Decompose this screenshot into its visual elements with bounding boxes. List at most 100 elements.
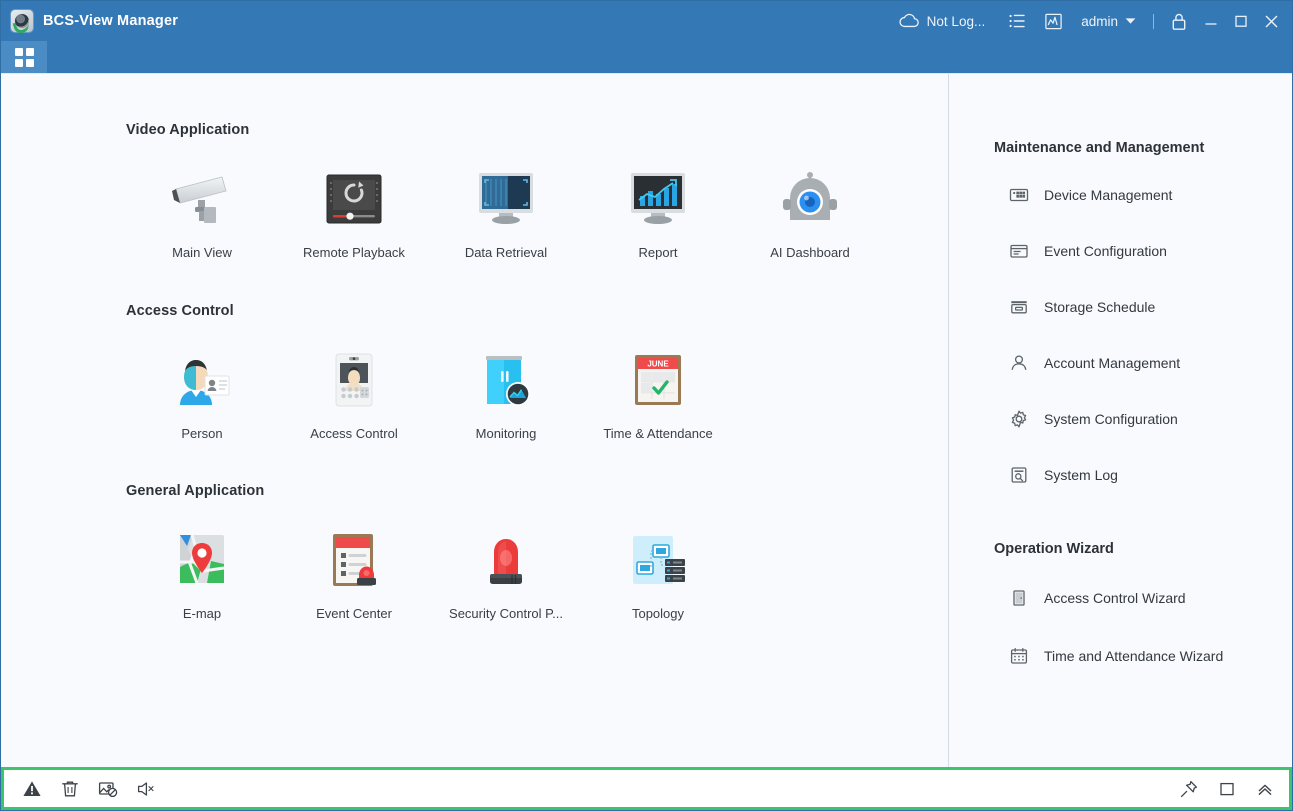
application-tiles-pane: Video Application Main View Remote Playb… — [1, 74, 948, 767]
tile-label: Event Center — [316, 606, 392, 621]
sidebar-item-label: System Configuration — [1044, 411, 1178, 427]
group-title: Maintenance and Management — [994, 140, 1205, 156]
sidebar-item-time-attendance-wizard[interactable]: Time and Attendance Wizard — [949, 643, 1292, 669]
title-bar-divider — [1153, 13, 1154, 29]
tile-label: Person — [181, 426, 223, 441]
clipboard-alarm-icon — [318, 527, 390, 593]
cloud-status-label: Not Log... — [926, 13, 986, 29]
door-wizard-icon — [1009, 588, 1029, 608]
sidebar-item-label: Access Control Wizard — [1044, 590, 1186, 606]
tile-row: E-map Event Center Security Control P...… — [126, 527, 948, 621]
sidebar-item-system-log[interactable]: System Log — [949, 462, 1292, 488]
playback-screen-icon — [318, 166, 390, 232]
tile-label: Main View — [172, 245, 232, 260]
monitor-search-icon — [470, 166, 542, 232]
sidebar-item-system-configuration[interactable]: System Configuration — [949, 406, 1292, 432]
image-off-icon[interactable] — [98, 779, 118, 799]
tile-label: AI Dashboard — [770, 245, 850, 260]
tile-main-view[interactable]: Main View — [126, 166, 278, 260]
tile-time-attendance[interactable]: JUNE Time & Attendance — [582, 347, 734, 441]
cloud-icon — [899, 13, 920, 29]
group-operation-wizard: Operation Wizard Access Control Wizard T… — [949, 488, 1292, 669]
close-button[interactable] — [1256, 1, 1286, 41]
tile-e-map[interactable]: E-map — [126, 527, 278, 621]
chart-box-icon — [1044, 12, 1063, 31]
map-pin-icon — [166, 527, 238, 593]
storage-icon — [1009, 297, 1029, 317]
user-name-label: admin — [1081, 13, 1118, 29]
calendar-check-icon: JUNE — [622, 347, 694, 413]
chart-button[interactable] — [1035, 1, 1072, 41]
title-bar-actions: Not Log... admin — [890, 1, 1292, 41]
user-account-icon — [1009, 353, 1029, 373]
maximize-panel-icon[interactable] — [1217, 779, 1237, 799]
group-maintenance-management: Maintenance and Management Device Manage… — [949, 74, 1292, 488]
robot-head-icon — [774, 166, 846, 232]
collapse-up-icon[interactable] — [1255, 779, 1275, 799]
tile-security-control-panel[interactable]: Security Control P... — [430, 527, 582, 621]
lock-icon — [1171, 12, 1187, 31]
log-search-icon — [1009, 465, 1029, 485]
sidebar-item-event-configuration[interactable]: Event Configuration — [949, 238, 1292, 264]
sidebar-item-storage-schedule[interactable]: Storage Schedule — [949, 294, 1292, 320]
alarm-siren-icon — [470, 527, 542, 593]
chevron-down-icon — [1125, 17, 1136, 25]
device-icon — [1009, 185, 1029, 205]
sidebar-item-label: Account Management — [1044, 355, 1181, 371]
tile-report[interactable]: Report — [582, 166, 734, 260]
minimize-button[interactable] — [1196, 1, 1226, 41]
tab-home[interactable] — [1, 41, 47, 73]
section-title: Video Application — [126, 122, 250, 138]
tile-row: Person Access Control Monitoring JUNE Ti… — [126, 347, 948, 441]
person-id-card-icon — [166, 347, 238, 413]
mute-speaker-icon[interactable] — [136, 779, 156, 799]
section-general-application: General Application E-map Event Center S… — [1, 441, 948, 621]
network-topology-icon — [622, 527, 694, 593]
status-bar-right-tools — [1179, 779, 1275, 799]
tile-remote-playback[interactable]: Remote Playback — [278, 166, 430, 260]
sidebar-item-label: System Log — [1044, 467, 1118, 483]
tile-access-control[interactable]: Access Control — [278, 347, 430, 441]
right-side-pane: Maintenance and Management Device Manage… — [948, 74, 1292, 767]
bulleted-list-icon — [1008, 12, 1026, 30]
sidebar-item-device-management[interactable]: Device Management — [949, 182, 1292, 208]
svg-text:JUNE: JUNE — [647, 360, 669, 369]
door-monitoring-icon — [470, 347, 542, 413]
maximize-button[interactable] — [1226, 1, 1256, 41]
window-title: BCS-View Manager — [43, 13, 179, 29]
alarm-warning-icon[interactable] — [22, 779, 42, 799]
trash-icon[interactable] — [60, 779, 80, 799]
application-window: BCS-View Manager Not Log... admin Video … — [0, 0, 1293, 811]
main-body: Video Application Main View Remote Playb… — [1, 73, 1292, 767]
tile-row: Main View Remote Playback Data Retrieval… — [126, 166, 948, 260]
tile-label: Time & Attendance — [603, 426, 713, 441]
tile-monitoring[interactable]: Monitoring — [430, 347, 582, 441]
sidebar-item-access-control-wizard[interactable]: Access Control Wizard — [949, 585, 1292, 611]
group-title: Operation Wizard — [994, 541, 1114, 557]
sidebar-item-label: Storage Schedule — [1044, 299, 1156, 315]
tile-topology[interactable]: Topology — [582, 527, 734, 621]
tile-label: Security Control P... — [449, 606, 563, 621]
list-button[interactable] — [999, 1, 1035, 41]
status-bar-left-tools — [22, 779, 156, 799]
monitor-chart-icon — [622, 166, 694, 232]
event-config-icon — [1009, 241, 1029, 261]
tile-person[interactable]: Person — [126, 347, 278, 441]
calendar-wizard-icon — [1009, 646, 1029, 666]
tile-event-center[interactable]: Event Center — [278, 527, 430, 621]
maximize-icon — [1233, 13, 1249, 29]
section-video-application: Video Application Main View Remote Playb… — [1, 74, 948, 260]
pin-icon[interactable] — [1179, 779, 1199, 799]
user-menu-button[interactable]: admin — [1072, 1, 1145, 41]
bcs-camera-logo-icon — [11, 10, 33, 32]
lock-button[interactable] — [1162, 1, 1196, 41]
tab-strip — [1, 41, 1292, 73]
tile-label: E-map — [182, 606, 222, 621]
gear-icon — [1009, 409, 1029, 429]
sidebar-item-account-management[interactable]: Account Management — [949, 350, 1292, 376]
close-icon — [1263, 13, 1280, 30]
tile-ai-dashboard[interactable]: AI Dashboard — [734, 166, 886, 260]
tile-label: Data Retrieval — [464, 245, 548, 260]
tile-data-retrieval[interactable]: Data Retrieval — [430, 166, 582, 260]
cloud-status-button[interactable]: Not Log... — [890, 1, 1000, 41]
